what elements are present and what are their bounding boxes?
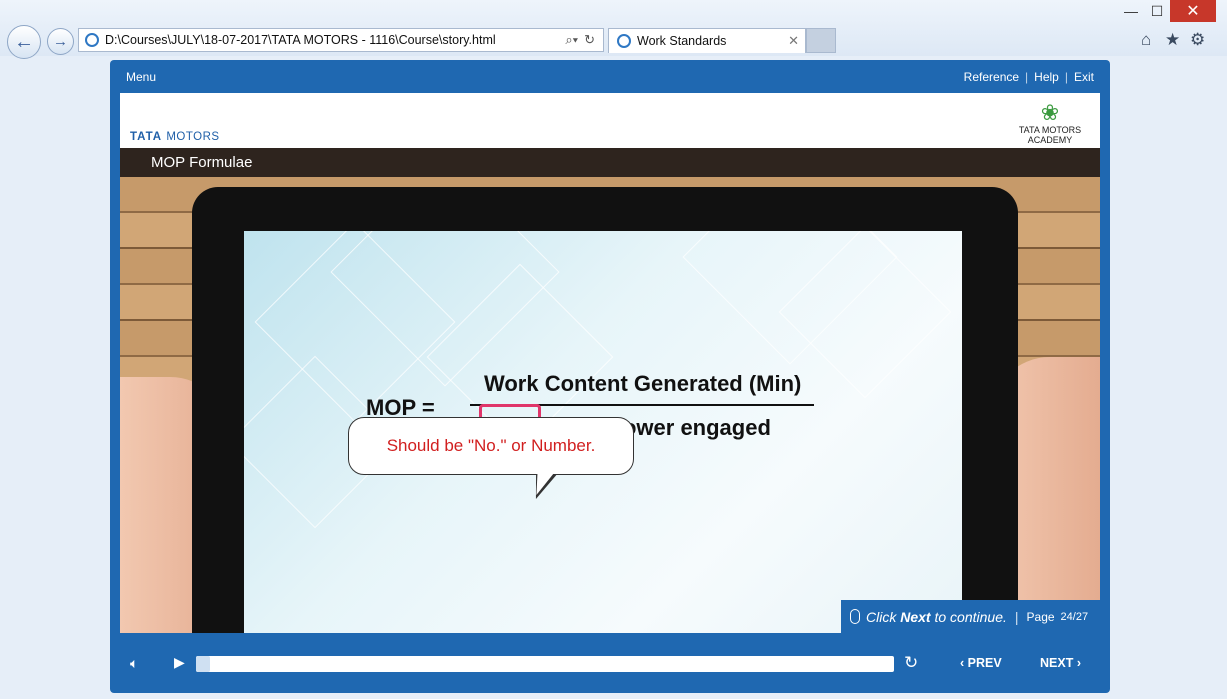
tata-motors-academy-logo: ❀ TATA MOTORS ACADEMY (1018, 100, 1082, 146)
address-text[interactable]: D:\Courses\JULY\18-07-2017\TATA MOTORS -… (105, 33, 565, 47)
tata-motors-logo: TATA MOTORS (130, 131, 220, 143)
tablet-frame: MOP = Work Content Generated (Min) No of… (192, 187, 1018, 633)
link-separator: | (1025, 70, 1029, 84)
menu-link[interactable]: Menu (126, 70, 156, 84)
ie-tab-icon (617, 34, 631, 48)
close-window-button[interactable]: ✕ (1170, 0, 1216, 22)
course-player: Menu Reference | Help | Exit TATA MOTORS… (110, 60, 1110, 693)
page-number: 24/27 (1060, 610, 1089, 623)
forward-button[interactable]: → (47, 28, 74, 55)
tab-title: Work Standards (637, 34, 727, 48)
next-button[interactable]: NEXT › (1040, 656, 1081, 670)
seek-bar[interactable] (196, 656, 894, 672)
continue-separator: | (1014, 608, 1019, 625)
formula-numerator: Work Content Generated (Min) (484, 371, 802, 396)
continue-bar: Click Next to continue. | Page 24/27 (841, 600, 1100, 633)
prev-button[interactable]: ‹ PREV (960, 656, 1002, 670)
callout-text: Should be "No." or Number. (386, 436, 596, 455)
maximize-button[interactable]: ☐ (1144, 0, 1170, 22)
tab-work-standards[interactable]: Work Standards ✕ (608, 28, 806, 53)
annotation-callout: Should be "No." or Number. (348, 417, 634, 475)
tab-close-icon[interactable]: ✕ (788, 33, 799, 49)
player-controls: 🔈︎ ▶ ↻ ‹ PREV NEXT › (110, 650, 1110, 680)
volume-icon[interactable]: 🔈︎ (130, 655, 138, 672)
favorites-star-icon[interactable]: ★ (1165, 30, 1180, 50)
browser-chrome: — ☐ ✕ ← → D:\Courses\JULY\18-07-2017\TAT… (0, 0, 1227, 59)
page-label: Page (1026, 609, 1055, 624)
continue-text: Click Next to continue. (866, 608, 1007, 625)
slide: TATA MOTORS ❀ TATA MOTORS ACADEMY MOP Fo… (120, 93, 1100, 633)
settings-gear-icon[interactable]: ⚙ (1190, 30, 1205, 50)
refresh-icon[interactable]: ↻ (584, 32, 595, 48)
forward-icon: → (53, 33, 68, 50)
new-tab-button[interactable] (806, 28, 836, 53)
address-bar[interactable]: D:\Courses\JULY\18-07-2017\TATA MOTORS -… (78, 28, 604, 52)
academy-tree-icon: ❀ (1040, 100, 1060, 125)
exit-link[interactable]: Exit (1074, 70, 1094, 84)
help-link[interactable]: Help (1034, 70, 1059, 84)
search-icon[interactable]: ⌕▾ (565, 32, 578, 48)
back-button[interactable]: ← (7, 25, 41, 59)
mouse-icon (850, 609, 860, 624)
play-icon[interactable]: ▶ (174, 654, 185, 671)
replay-icon[interactable]: ↻ (904, 653, 918, 673)
minimize-button[interactable]: — (1118, 0, 1144, 22)
back-icon: ← (14, 30, 34, 53)
seek-progress (196, 656, 210, 672)
link-separator: | (1064, 70, 1068, 84)
wood-background: MOP = Work Content Generated (Min) No of… (120, 177, 1100, 633)
top-links: Reference | Help | Exit (964, 70, 1094, 84)
slide-title: MOP Formulae (120, 148, 1100, 177)
home-icon[interactable]: ⌂ (1141, 30, 1151, 50)
ie-page-icon (85, 33, 99, 47)
reference-link[interactable]: Reference (964, 70, 1019, 84)
